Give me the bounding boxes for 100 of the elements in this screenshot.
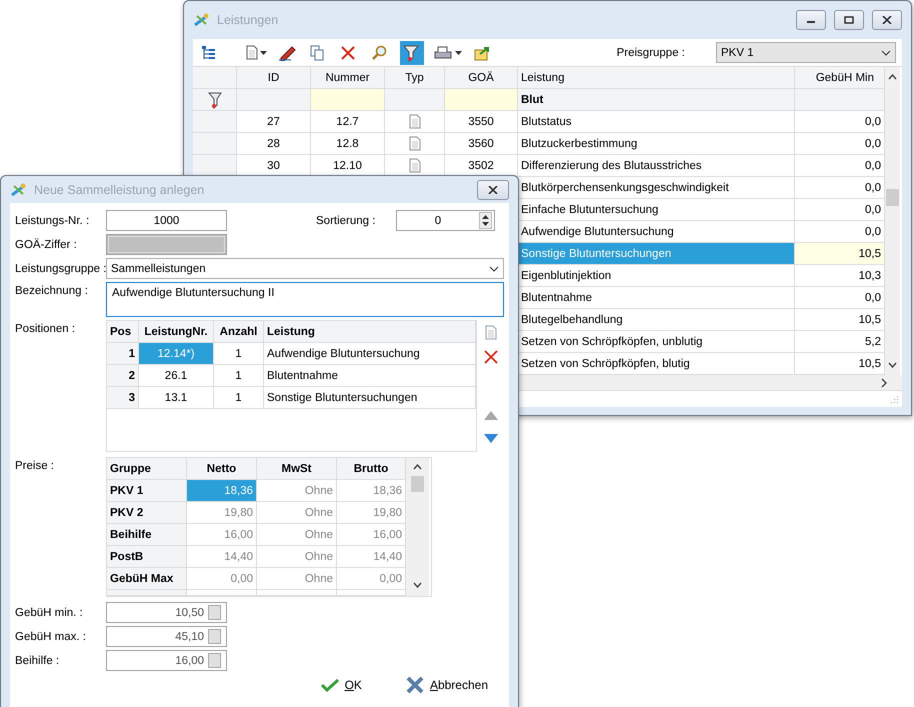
table-cell[interactable]: 26.1 <box>139 365 214 387</box>
row-header-cell <box>193 155 237 177</box>
amount-field[interactable]: 16,00 <box>106 650 227 671</box>
table-cell[interactable]: Aufwendige Blutuntersuchung <box>518 221 795 243</box>
checkbox[interactable] <box>208 629 221 644</box>
column-header[interactable]: Brutto <box>337 458 406 480</box>
table-cell[interactable]: Blutentnahme <box>518 287 795 309</box>
table-cell[interactable]: Einfache Blutuntersuchung <box>518 199 795 221</box>
checkbox[interactable] <box>208 653 221 668</box>
copy-icon <box>309 44 325 60</box>
table-cell: 16,00 <box>337 524 406 546</box>
scroll-thumb[interactable] <box>411 476 424 492</box>
table-cell: Aufwendige Blutuntersuchung <box>264 343 476 365</box>
column-header[interactable]: LeistungNr. <box>139 321 214 343</box>
document-icon <box>408 114 420 129</box>
close-button[interactable] <box>872 10 902 30</box>
filter-cell[interactable] <box>445 89 518 111</box>
filter-cell[interactable]: Blut <box>518 89 795 111</box>
column-header[interactable]: Anzahl <box>214 321 264 343</box>
pencil-icon <box>278 44 298 60</box>
ok-button[interactable]: OK <box>318 674 364 696</box>
field-label: Preise : <box>15 459 55 472</box>
caret-icon <box>260 50 267 54</box>
filter-cell[interactable] <box>237 89 311 111</box>
column-header[interactable]: MwSt <box>257 458 337 480</box>
column-header[interactable]: GOÄ <box>445 67 518 89</box>
row-number: 2 <box>107 365 139 387</box>
column-header[interactable]: GebüH Min <box>795 67 885 89</box>
table-cell[interactable]: 13.1 <box>139 387 214 409</box>
close-icon <box>882 16 892 24</box>
column-header[interactable]: Pos <box>107 321 139 343</box>
table-cell[interactable]: 0,00 <box>187 568 257 590</box>
maximize-button[interactable] <box>834 10 864 30</box>
table-cell: 0,00 <box>337 568 406 590</box>
caret-icon <box>455 50 462 54</box>
table-cell: 0,0 <box>795 155 885 177</box>
column-header[interactable]: Leistung <box>264 321 476 343</box>
table-cell: Sonstige Blutuntersuchungen <box>264 387 476 409</box>
table-cell: Ohne <box>257 568 337 590</box>
vertical-scrollbar[interactable] <box>885 67 900 375</box>
column-header[interactable]: Leistung <box>518 67 795 89</box>
app-icon <box>10 182 28 198</box>
table-cell: 10,3 <box>795 265 885 287</box>
minimize-button[interactable] <box>796 10 826 30</box>
table-cell[interactable]: 19,80 <box>187 502 257 524</box>
window-title: Leistungen <box>217 13 280 27</box>
table-cell[interactable]: 16,00 <box>187 524 257 546</box>
filter-cell[interactable] <box>385 89 445 111</box>
field-label: Beihilfe : <box>15 654 60 666</box>
table-cell: 27 <box>237 111 311 133</box>
price-group-dropdown[interactable]: PKV 1 <box>716 42 896 63</box>
close-button[interactable] <box>477 180 509 200</box>
description-field[interactable]: Aufwendige Blutuntersuchung II <box>106 282 504 317</box>
table-cell: 10,5 <box>795 353 885 375</box>
table-cell[interactable]: Blutegelbehandlung <box>518 309 795 331</box>
table-cell: Ohne <box>257 502 337 524</box>
row-header-cell: PKV 1 <box>107 480 187 502</box>
sort-spinner[interactable]: 0 <box>396 210 495 231</box>
table-cell: 3550 <box>445 111 518 133</box>
table-cell[interactable]: Blutstatus <box>518 111 795 133</box>
cancel-button[interactable]: Abbrechen <box>404 674 490 696</box>
filter-cell[interactable] <box>311 89 385 111</box>
row-header-cell: GebüH Max <box>107 568 187 590</box>
grid-tool-button[interactable] <box>482 323 498 342</box>
row-number: 1 <box>107 343 139 365</box>
table-cell: 0,0 <box>795 199 885 221</box>
field-label: Leistungsgruppe : <box>15 262 106 274</box>
toolbar-button[interactable] <box>400 40 424 64</box>
group-dropdown[interactable]: Sammelleistungen <box>106 258 504 279</box>
number-field[interactable]: 1000 <box>106 210 227 231</box>
cross-icon <box>406 676 424 694</box>
table-cell[interactable]: Blutkörperchensenkungsgeschwindigkeit <box>518 177 795 199</box>
checkbox[interactable] <box>208 605 221 620</box>
table-cell[interactable]: 14,40 <box>187 546 257 568</box>
scroll-thumb[interactable] <box>886 189 899 206</box>
table-cell[interactable]: Setzen von Schröpfköpfen, unblutig <box>518 331 795 353</box>
table-cell[interactable]: Differenzierung des Blutausstriches <box>518 155 795 177</box>
tree-icon <box>201 44 217 60</box>
column-header[interactable]: Nummer <box>311 67 385 89</box>
filter-cell[interactable] <box>795 89 885 111</box>
vertical-scrollbar[interactable] <box>406 458 429 596</box>
table-cell[interactable]: Eigenblutinjektion <box>518 265 795 287</box>
filter-icon <box>402 44 420 62</box>
column-header[interactable]: Netto <box>187 458 257 480</box>
table-cell: 1 <box>214 343 264 365</box>
column-header[interactable]: Gruppe <box>107 458 187 480</box>
amount-field[interactable]: 10,50 <box>106 602 227 623</box>
field-label: GebüH max. : <box>15 630 87 642</box>
field-label: GebüH min. : <box>15 606 84 618</box>
field-label: Positionen : <box>15 322 76 335</box>
resize-grip-icon <box>889 394 899 404</box>
table-cell: 18,36 <box>337 480 406 502</box>
table-cell[interactable]: Blutzuckerbestimmung <box>518 133 795 155</box>
scroll-down-icon <box>888 362 897 368</box>
column-header[interactable]: ID <box>237 67 311 89</box>
column-header[interactable]: Typ <box>385 67 445 89</box>
table-cell[interactable]: Setzen von Schröpfköpfen, blutig <box>518 353 795 375</box>
table-cell: 3560 <box>445 133 518 155</box>
dialog-title: Neue Sammelleistung anlegen <box>34 182 206 196</box>
amount-field[interactable]: 45,10 <box>106 626 227 647</box>
